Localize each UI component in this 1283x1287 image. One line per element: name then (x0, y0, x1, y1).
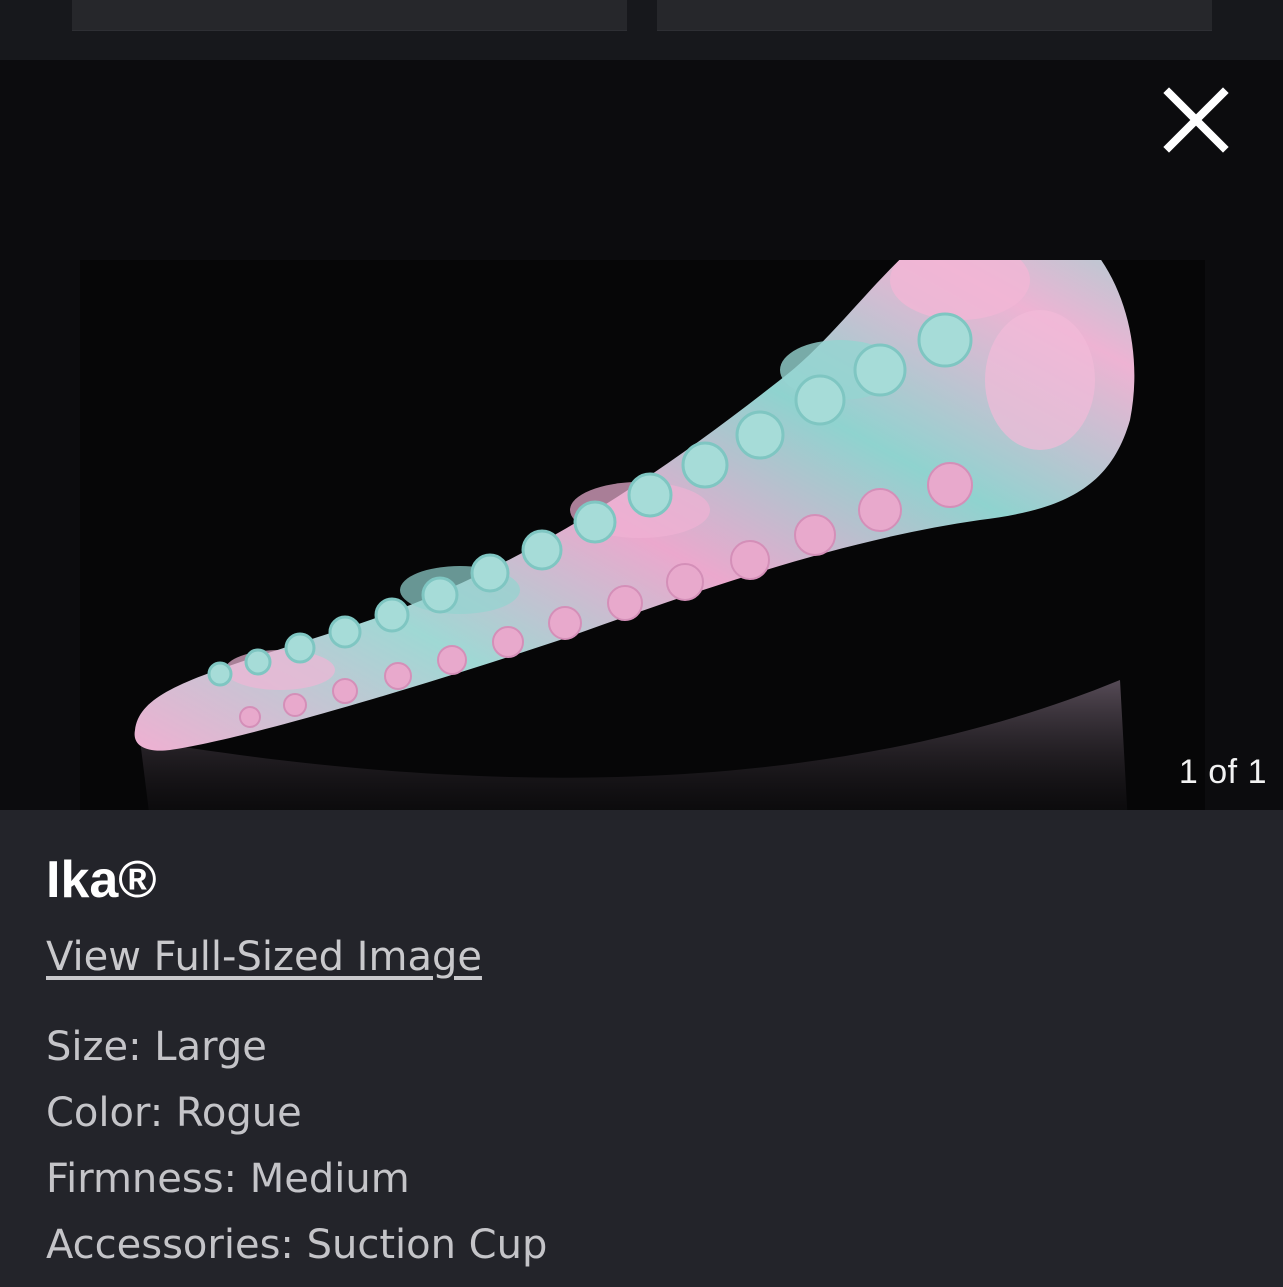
image-viewer: 1 of 1 (0, 60, 1283, 810)
image-counter: 1 of 1 (1178, 753, 1267, 791)
product-title: Ika® (46, 851, 157, 909)
product-details: Ika® View Full-Sized Image Size: Large C… (0, 810, 1283, 1287)
attribute-accessories: Accessories: Suction Cup (46, 1222, 548, 1268)
attribute-color: Color: Rogue (46, 1090, 302, 1136)
lightbox-page: 1 of 1 Ika® View Full-Sized Image Size: … (0, 0, 1283, 1287)
view-full-image-link[interactable]: View Full-Sized Image (46, 934, 482, 980)
background-thumbnail (657, 0, 1212, 31)
background-gallery (0, 0, 1283, 60)
attribute-firmness: Firmness: Medium (46, 1156, 410, 1202)
close-button[interactable] (1161, 85, 1231, 155)
close-icon[interactable] (1161, 85, 1231, 155)
tentacle-product-illustration (134, 260, 1135, 810)
background-thumbnail (72, 0, 627, 31)
product-image[interactable] (80, 260, 1205, 810)
attribute-size: Size: Large (46, 1024, 267, 1070)
